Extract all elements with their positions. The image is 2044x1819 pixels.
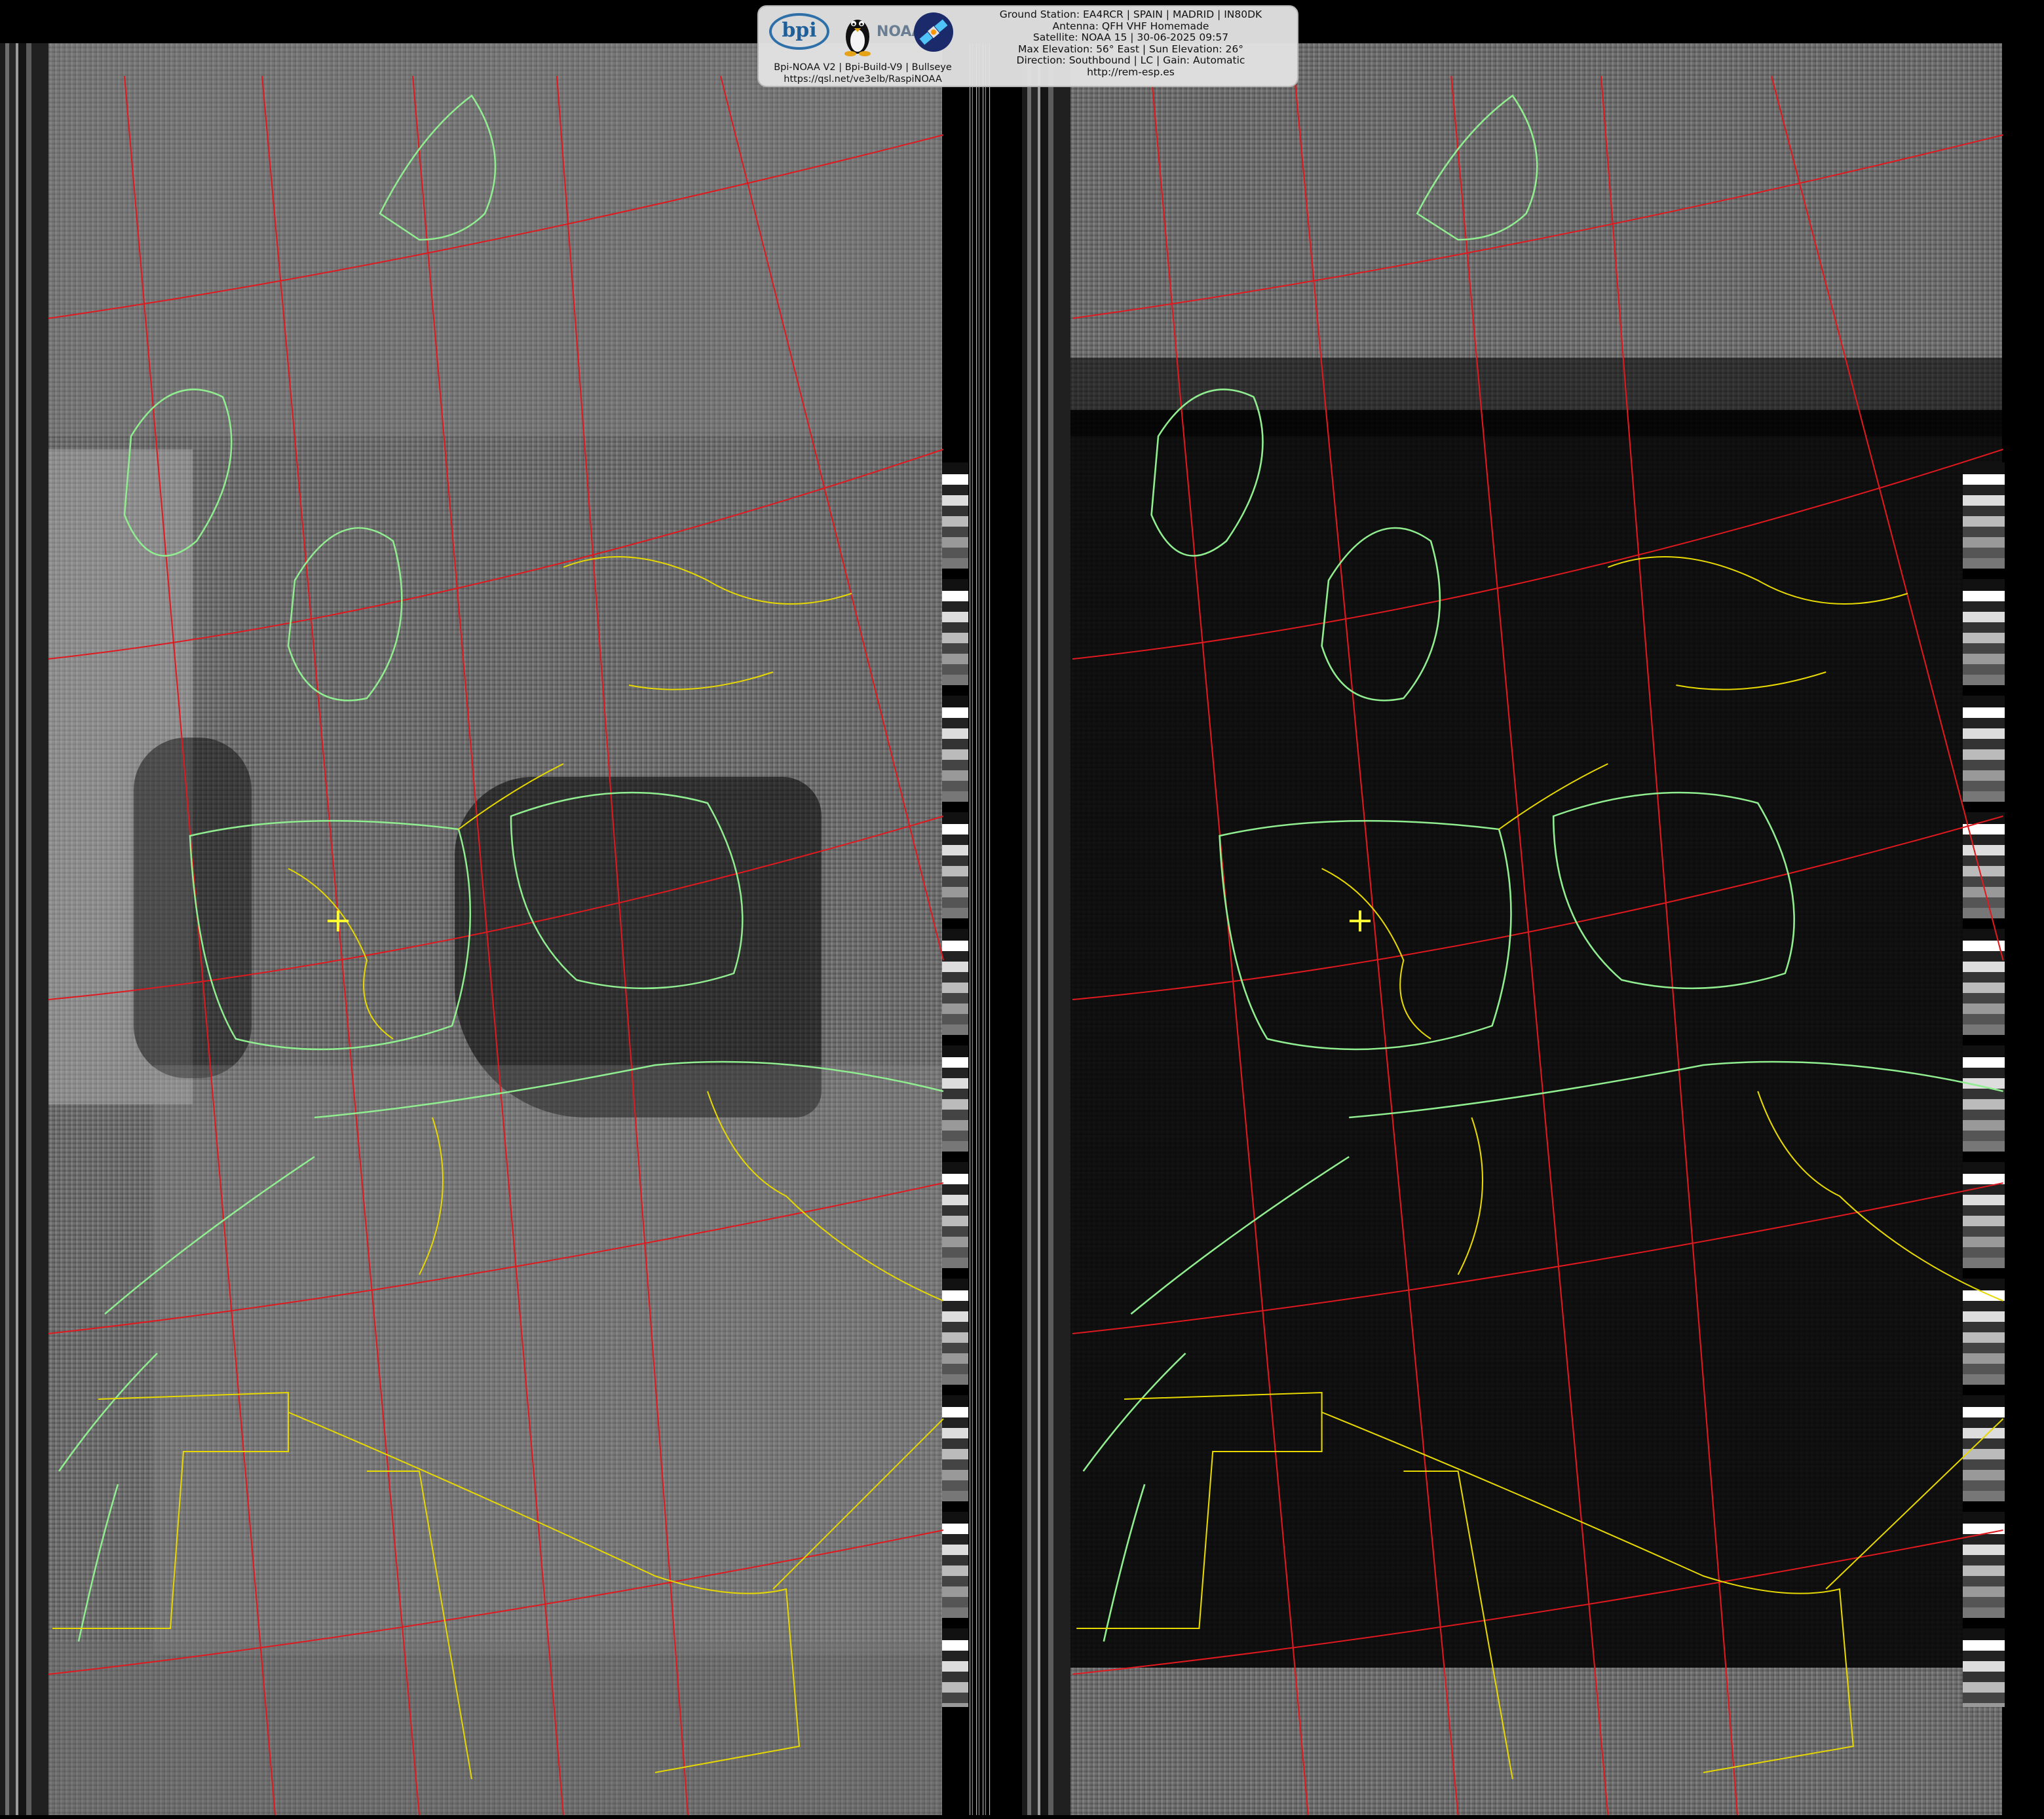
graticule-line	[1450, 75, 1609, 1815]
country-border	[52, 1391, 289, 1629]
graticule-line	[556, 75, 689, 1815]
direction-line: Direction: Southbound | LC | Gain: Autom…	[1016, 54, 1245, 66]
coastline	[510, 791, 744, 990]
coastline	[1416, 94, 1538, 241]
graticule-line	[48, 449, 944, 660]
map-overlay-left	[48, 75, 944, 1815]
country-border	[419, 1117, 444, 1275]
bpi-logo: bpi	[769, 13, 829, 50]
antenna-line: Antenna: QFH VHF Homemade	[1052, 20, 1209, 32]
country-border	[563, 556, 852, 605]
satellite-icon	[914, 12, 953, 52]
country-border	[1825, 1418, 2004, 1590]
project-url: https://qsl.net/ve3elb/RaspiNOAA	[784, 74, 942, 84]
coastline	[123, 388, 233, 557]
location-cross-icon	[328, 910, 349, 931]
build-info-line: Bpi-NOAA V2 | Bpi-Build-V9 | Bullseye	[774, 62, 952, 73]
elevation-line: Max Elevation: 56° East | Sun Elevation:…	[1017, 43, 1244, 55]
graticule-line	[1072, 449, 2003, 660]
graticule-line	[1072, 816, 2003, 1000]
graticule-line	[48, 1529, 944, 1675]
map-overlay-right	[1072, 75, 2004, 1815]
coastlines-right	[1082, 94, 2003, 1642]
graticule-line	[1072, 1529, 2003, 1675]
coastline	[1082, 1353, 1186, 1472]
coastline	[77, 1484, 119, 1642]
country-border	[1608, 556, 1908, 605]
coastline	[58, 1353, 158, 1472]
graticule-line	[124, 75, 276, 1815]
graticule-line	[1072, 1182, 2003, 1334]
country-border	[1757, 1091, 2004, 1302]
ground-station-line: Ground Station: EA4RCR | SPAIN | MADRID …	[999, 9, 1262, 20]
bottom-bar	[0, 1815, 2044, 1819]
station-info: Ground Station: EA4RCR | SPAIN | MADRID …	[967, 9, 1295, 78]
graticule-right	[1072, 75, 2004, 1815]
coastline	[104, 1155, 315, 1315]
coastline	[1103, 1484, 1146, 1642]
right-image-panel	[1022, 43, 2044, 1815]
coastline	[314, 1060, 944, 1119]
location-cross-icon	[1350, 910, 1371, 931]
graticule-left	[48, 75, 944, 1815]
country-border	[1676, 671, 1826, 690]
tux-penguin-icon	[844, 20, 871, 56]
graticule-line	[1600, 75, 1739, 1815]
country-border	[1076, 1391, 1323, 1629]
graticule-line	[412, 75, 564, 1815]
borders-right	[1076, 556, 2004, 1780]
coastline	[1349, 1060, 2003, 1119]
graticule-line	[1293, 75, 1459, 1815]
left-image-panel	[0, 43, 991, 1815]
country-border	[1457, 1117, 1484, 1275]
coastline	[189, 819, 472, 1051]
coastline	[1552, 791, 1795, 990]
coastline	[1219, 819, 1512, 1051]
coastlines-left	[58, 94, 944, 1642]
country-border	[707, 1091, 944, 1302]
coastline	[1150, 388, 1264, 557]
country-border	[772, 1418, 944, 1590]
graticule-line	[1150, 75, 1309, 1815]
country-border	[628, 671, 774, 690]
graticule-line	[1770, 75, 2004, 961]
station-url: http://rem-esp.es	[1087, 66, 1175, 78]
graticule-line	[261, 75, 420, 1815]
graticule-line	[48, 1182, 944, 1334]
graticule-line	[720, 75, 944, 961]
borders-left	[52, 556, 944, 1780]
satellite-line: Satellite: NOAA 15 | 30-06-2025 09:57	[1032, 31, 1229, 43]
info-overlay: bpi NOAA Bpi-NOAA V2 | Bpi-Build-V9 | Bu…	[757, 5, 1298, 87]
coastline	[1130, 1155, 1350, 1315]
coastline	[379, 94, 497, 241]
graticule-line	[48, 816, 944, 1000]
